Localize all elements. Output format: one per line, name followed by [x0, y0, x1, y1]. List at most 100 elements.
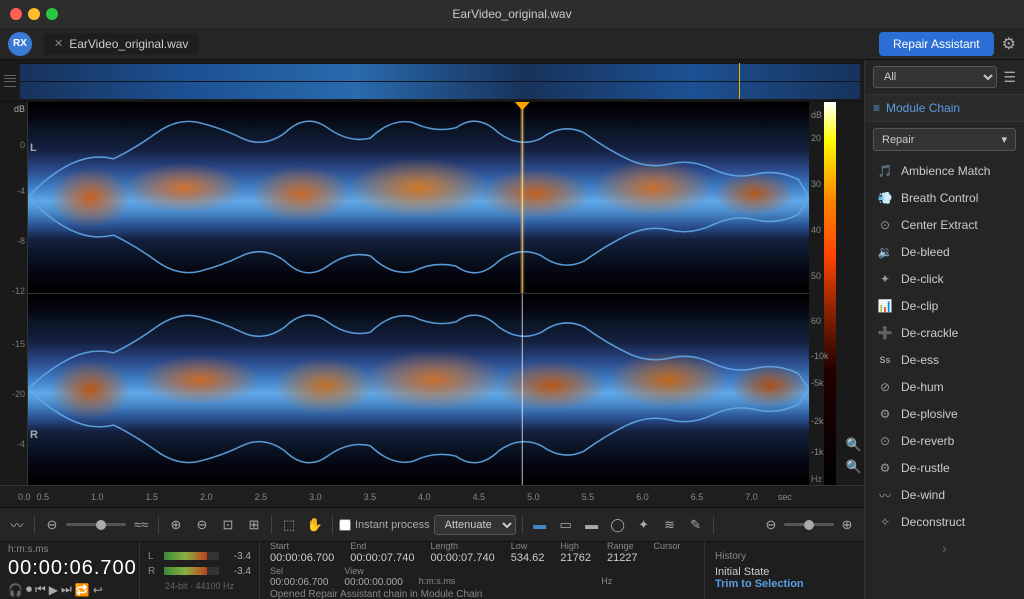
- selection-blue-icon[interactable]: ▬: [529, 514, 551, 536]
- ruler-60: 6.0: [636, 492, 649, 502]
- module-item-de-clip[interactable]: 📊 De-clip: [869, 293, 1020, 319]
- zoom-slider-right-thumb[interactable]: [804, 520, 814, 530]
- magic-wand-icon[interactable]: ✦: [633, 514, 655, 536]
- module-item-deconstruct[interactable]: ✧ Deconstruct: [869, 509, 1020, 535]
- collapse-line-1: [4, 75, 16, 76]
- zoom-slider-container[interactable]: ⊖: [41, 514, 126, 536]
- zoom-out-freq-icon[interactable]: 🔍: [846, 459, 862, 475]
- db-label-top: dB: [14, 104, 25, 114]
- waves-icon[interactable]: ≈≈: [130, 514, 152, 536]
- overview-strip[interactable]: [0, 60, 864, 102]
- module-item-de-hum[interactable]: ⊘ De-hum: [869, 374, 1020, 400]
- fast-forward-icon[interactable]: ⏭: [61, 582, 72, 597]
- freq-label-50: 50: [811, 271, 821, 281]
- repair-category-dropdown[interactable]: Repair ▾: [873, 128, 1016, 151]
- zoom-slider[interactable]: [66, 523, 126, 526]
- ruler-25: 2.5: [255, 492, 268, 502]
- minimize-button[interactable]: [28, 8, 40, 20]
- window-controls[interactable]: [10, 8, 58, 20]
- zoom-slider-right[interactable]: [784, 523, 834, 526]
- tab-file[interactable]: ✕ EarVideo_original.wav: [44, 33, 198, 55]
- toolbar-divider-5: [522, 516, 523, 534]
- freq-label-60: 60: [811, 316, 821, 326]
- right-panel: All ☰ ≡ Module Chain Repair ▾ 🎵 Ambience…: [864, 60, 1024, 599]
- overview-channel-r: [20, 82, 860, 99]
- module-item-de-plosive[interactable]: ⚙ De-plosive: [869, 401, 1020, 427]
- freq-label-1k: -1k: [811, 447, 824, 457]
- module-item-de-reverb[interactable]: ⊙ De-reverb: [869, 428, 1020, 454]
- select-tool-icon[interactable]: ⬚: [278, 514, 300, 536]
- low-label: Low: [511, 541, 545, 551]
- module-item-ambience-match[interactable]: 🎵 Ambience Match: [869, 158, 1020, 184]
- tab-close-icon[interactable]: ✕: [54, 37, 63, 50]
- zoom-in-right-icon[interactable]: ⊕: [836, 514, 858, 536]
- attenuate-dropdown[interactable]: Attenuate: [434, 515, 516, 535]
- headphones-icon[interactable]: 🎧: [8, 583, 23, 597]
- zoom-out-icon[interactable]: ⊖: [41, 514, 63, 536]
- db-val-m4: -4: [17, 186, 25, 196]
- module-name-de-hum: De-hum: [901, 380, 944, 394]
- waveform-icon[interactable]: 〰: [6, 514, 28, 536]
- instant-process-checkbox[interactable]: [339, 519, 351, 531]
- module-name-de-reverb: De-reverb: [901, 434, 954, 448]
- rewind-icon[interactable]: ⏮: [35, 582, 46, 597]
- filter-dropdown[interactable]: All: [873, 66, 997, 88]
- spectrogram-channel-r[interactable]: R: [28, 294, 809, 485]
- de-plosive-icon: ⚙: [877, 406, 893, 422]
- play-icon[interactable]: ▶: [49, 583, 58, 597]
- zoom-slider-thumb[interactable]: [96, 520, 106, 530]
- module-name-de-click: De-click: [901, 272, 944, 286]
- waveform-svg-l: [28, 102, 809, 293]
- module-item-de-crackle[interactable]: ➕ De-crackle: [869, 320, 1020, 346]
- zoom-in-freq-icon[interactable]: 🔍: [846, 437, 862, 453]
- history-item-0[interactable]: Initial State: [715, 566, 854, 578]
- zoom-select-icon[interactable]: ⊞: [243, 514, 265, 536]
- module-item-de-rustle[interactable]: ⚙ De-rustle: [869, 455, 1020, 481]
- time-format-label[interactable]: h:m:s.ms: [8, 544, 131, 555]
- module-item-de-wind[interactable]: 〰 De-wind: [869, 482, 1020, 508]
- history-item-1[interactable]: Trim to Selection: [715, 578, 854, 590]
- module-item-de-ess[interactable]: Ss De-ess: [869, 347, 1020, 373]
- pencil-icon[interactable]: ✎: [685, 514, 707, 536]
- freq-label-5k: -5k: [811, 378, 824, 388]
- overview-playhead: [739, 63, 740, 99]
- module-name-de-clip: De-clip: [901, 299, 938, 313]
- record-icon[interactable]: ⏺: [26, 582, 32, 597]
- breath-control-icon: 💨: [877, 190, 893, 206]
- zoom-out-time-icon[interactable]: ⊖: [191, 514, 213, 536]
- spectrogram-channel-l[interactable]: L: [28, 102, 809, 293]
- module-item-breath-control[interactable]: 💨 Breath Control: [869, 185, 1020, 211]
- zoom-out-right-icon[interactable]: ⊖: [760, 514, 782, 536]
- time-ruler: 0.0 0.5 1.0 1.5 2.0 2.5 3.0 3.5 4.0 4.5 …: [0, 485, 864, 507]
- app: RX ✕ EarVideo_original.wav Repair Assist…: [0, 28, 1024, 599]
- collapse-icons[interactable]: [4, 75, 16, 87]
- lasso-icon[interactable]: ◯: [607, 514, 629, 536]
- transport-controls[interactable]: 🎧 ⏺ ⏮ ▶ ⏭ 🔁 ↩: [8, 582, 131, 597]
- instant-process-label[interactable]: Instant process: [339, 519, 430, 531]
- return-icon[interactable]: ↩: [93, 583, 103, 597]
- repair-assistant-button[interactable]: Repair Assistant: [879, 32, 994, 56]
- spectrogram-main[interactable]: L: [28, 102, 809, 485]
- module-item-center-extract[interactable]: ⊙ Center Extract: [869, 212, 1020, 238]
- zoom-in-time-icon[interactable]: ⊕: [165, 514, 187, 536]
- panel-menu-icon[interactable]: ☰: [1003, 69, 1016, 86]
- selection-bar-icon[interactable]: ▬: [581, 514, 603, 536]
- settings-icon[interactable]: ⚙: [1002, 34, 1016, 54]
- hand-tool-icon[interactable]: ✋: [304, 514, 326, 536]
- status-info: Start 00:00:06.700 End 00:00:07.740 Leng…: [260, 542, 704, 599]
- zoom-fit-icon[interactable]: ⊡: [217, 514, 239, 536]
- module-item-de-bleed[interactable]: 🔉 De-bleed: [869, 239, 1020, 265]
- meter-bar-r: [164, 567, 207, 575]
- hms-unit: h:m:s.ms: [419, 576, 456, 588]
- module-item-de-click[interactable]: ✦ De-click: [869, 266, 1020, 292]
- maximize-button[interactable]: [46, 8, 58, 20]
- overview-waveform[interactable]: [20, 63, 860, 99]
- scroll-down-icon[interactable]: ›: [865, 536, 1024, 560]
- spectrogram-container[interactable]: dB 0 -4 -8 -12 -15 -20 -4 L: [0, 102, 864, 485]
- loop-icon[interactable]: 🔁: [75, 583, 90, 597]
- harmonic-icon[interactable]: ≋: [659, 514, 681, 536]
- module-name-de-ess: De-ess: [901, 353, 939, 367]
- close-button[interactable]: [10, 8, 22, 20]
- rp-filter-header: All ☰: [865, 60, 1024, 95]
- selection-box-icon[interactable]: ▭: [555, 514, 577, 536]
